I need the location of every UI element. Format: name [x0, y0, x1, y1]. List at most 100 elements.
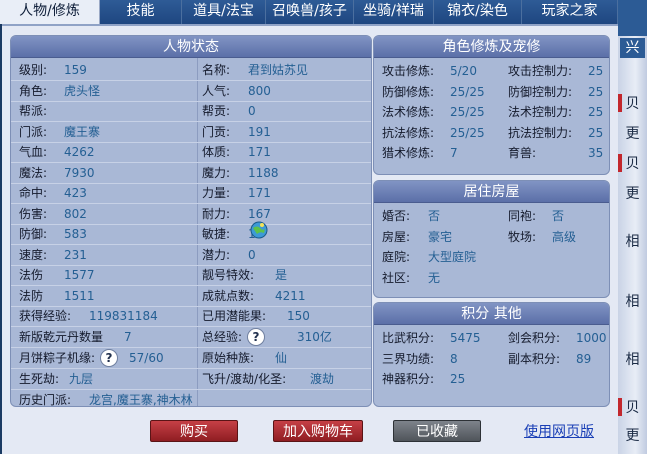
stat-value: 310亿 — [297, 330, 332, 344]
points-section: 积分 其他 比武积分: 5475 剑会积分: 1000 三界功绩: 8 副本积分: 89 神器积… — [373, 302, 610, 407]
strip-mark: 相 — [625, 294, 640, 310]
stat-row: 体质: 171 — [202, 142, 368, 162]
info-value: 25/25 — [450, 125, 485, 140]
stat-label: 获得经验: — [19, 309, 72, 323]
stat-value: 0 — [248, 247, 256, 262]
stat-value: 7 — [124, 330, 132, 344]
character-status-section: 人物状态 级别: 159 名称: 君到姑苏见 角色: 虎头怪 人气: 800 帮派: 帮贡: 0 门派… — [10, 35, 372, 407]
stat-value: 171 — [248, 145, 271, 159]
tab-home[interactable]: 玩家之家 — [522, 0, 618, 24]
info-value: 否 — [428, 209, 441, 223]
stat-row: 生死劫: 九层 — [19, 369, 195, 389]
info-label: 庭院: — [382, 250, 411, 264]
info-value: 25 — [450, 372, 466, 386]
info-value: 否 — [552, 209, 565, 223]
cultivation-section: 角色修炼及宠修 攻击修炼: 5/20 攻击控制力: 25 防御修炼: 25/25 防御控制力… — [373, 35, 610, 175]
stat-value: 583 — [64, 227, 87, 241]
strip-mark: 相 — [625, 352, 640, 368]
column-divider — [197, 58, 198, 406]
add-to-cart-button[interactable]: 加入购物车 — [273, 420, 363, 442]
stat-row: 门贡: 191 — [202, 122, 368, 142]
info-value: 25 — [588, 64, 604, 78]
favorited-button[interactable]: 已收藏 — [393, 420, 481, 442]
stat-value: 423 — [64, 186, 87, 200]
stat-row: 帮贡: 0 — [202, 101, 368, 121]
info-label: 副本积分: — [508, 351, 561, 366]
tab-outfits[interactable]: 锦衣/染色 — [434, 0, 522, 24]
tab-items[interactable]: 道具/法宝 — [182, 0, 266, 24]
info-value: 豪宅 — [428, 229, 453, 244]
info-row: 房屋: 豪宅 牧场: 高级 — [382, 227, 607, 247]
stat-value: 171 — [248, 186, 271, 200]
section-title: 角色修炼及宠修 — [374, 36, 609, 58]
use-web-version-link[interactable]: 使用网页版 — [524, 421, 594, 441]
globe-icon[interactable] — [249, 220, 269, 240]
stat-row: 飞升/渡劫/化圣: 渡劫 — [202, 369, 368, 389]
stat-label: 速度: — [19, 247, 48, 262]
stat-row: 总经验: 310亿 — [202, 327, 368, 347]
stat-row: 耐力: 167 — [202, 204, 368, 224]
help-icon[interactable]: ? — [100, 349, 118, 367]
housing-section: 居住房屋 婚否: 否 同袍: 否房屋: 豪宅 牧场: 高级 庭院: 大型庭院 社区: 无 — [373, 180, 610, 298]
stat-value: 119831184 — [89, 309, 158, 323]
stat-label: 月饼粽子机缘: — [19, 351, 96, 365]
info-label: 攻击控制力: — [508, 64, 573, 78]
stat-label: 已用潜能果: — [202, 309, 267, 323]
stat-label: 耐力: — [202, 206, 231, 221]
info-row: 抗法修炼: 25/25 抗法控制力: 25 — [382, 123, 607, 143]
info-row: 三界功绩: 8 副本积分: 89 — [382, 349, 607, 369]
info-value: 25 — [588, 105, 604, 119]
stat-value: 4211 — [275, 288, 306, 303]
stat-label: 成就点数: — [202, 288, 255, 303]
stat-value: 800 — [248, 83, 271, 98]
info-label: 攻击修炼: — [382, 64, 435, 78]
stat-row: 已用潜能果: 150 — [202, 306, 368, 326]
stat-value: 159 — [64, 63, 87, 77]
stat-value: 渡劫 — [310, 372, 335, 386]
history-row: 历史门派: 龙宫,魔王寨,神木林 — [19, 390, 369, 407]
stat-row: 级别: 159 — [19, 60, 195, 80]
strip-mark: 兴 — [620, 38, 645, 58]
tab-mounts[interactable]: 坐骑/祥瑞 — [354, 0, 434, 24]
tab-skills[interactable]: 技能 — [100, 0, 182, 24]
stat-row: 名称: 君到姑苏见 — [202, 60, 368, 80]
info-row: 攻击修炼: 5/20 攻击控制力: 25 — [382, 61, 607, 81]
info-value: 1000 — [576, 331, 607, 345]
info-value: 25/25 — [450, 84, 485, 99]
info-row: 神器积分: 25 — [382, 369, 607, 389]
stat-value: 九层 — [69, 372, 94, 386]
help-icon[interactable]: ? — [247, 328, 265, 346]
strip-mark: 更 — [625, 186, 640, 202]
stat-row: 帮派: — [19, 101, 195, 121]
stat-value: 7930 — [64, 165, 95, 180]
stat-row: 力量: 171 — [202, 183, 368, 203]
stat-label: 门贡: — [202, 124, 231, 139]
stat-row: 潜力: 0 — [202, 245, 368, 265]
strip-mark: 贝 — [625, 96, 640, 112]
info-value: 大型庭院 — [428, 250, 477, 264]
stat-row: 魔法: 7930 — [19, 163, 195, 183]
stat-row: 防御: 583 — [19, 224, 195, 244]
info-label: 社区: — [382, 270, 411, 285]
tab-summons[interactable]: 召唤兽/孩子 — [266, 0, 354, 24]
stat-label: 体质: — [202, 145, 231, 159]
stat-label: 命中: — [19, 186, 48, 200]
info-label: 抗法控制力: — [508, 125, 573, 140]
side-panel-strip: 兴 贝 更 贝 更 相 相 相 贝 更 — [618, 0, 647, 454]
info-value: 7 — [450, 146, 458, 160]
stat-label: 飞升/渡劫/化圣: — [202, 372, 287, 386]
strip-mark: 相 — [625, 234, 640, 250]
stat-value: 龙宫,魔王寨,神木林 — [89, 393, 193, 407]
stat-value: 150 — [287, 309, 310, 323]
strip-mark: 更 — [625, 126, 640, 142]
info-value: 89 — [576, 351, 592, 366]
stat-value: 1511 — [64, 288, 95, 303]
buy-button[interactable]: 购买 — [150, 420, 238, 442]
stat-row: 法防 1511 — [19, 286, 195, 306]
tab-character[interactable]: 人物/修炼 — [0, 0, 100, 24]
stat-value: 魔王寨 — [64, 124, 101, 139]
info-label: 抗法修炼: — [382, 125, 435, 140]
info-row: 比武积分: 5475 剑会积分: 1000 — [382, 328, 607, 348]
info-value: 高级 — [552, 229, 577, 244]
info-label: 神器积分: — [382, 372, 435, 386]
